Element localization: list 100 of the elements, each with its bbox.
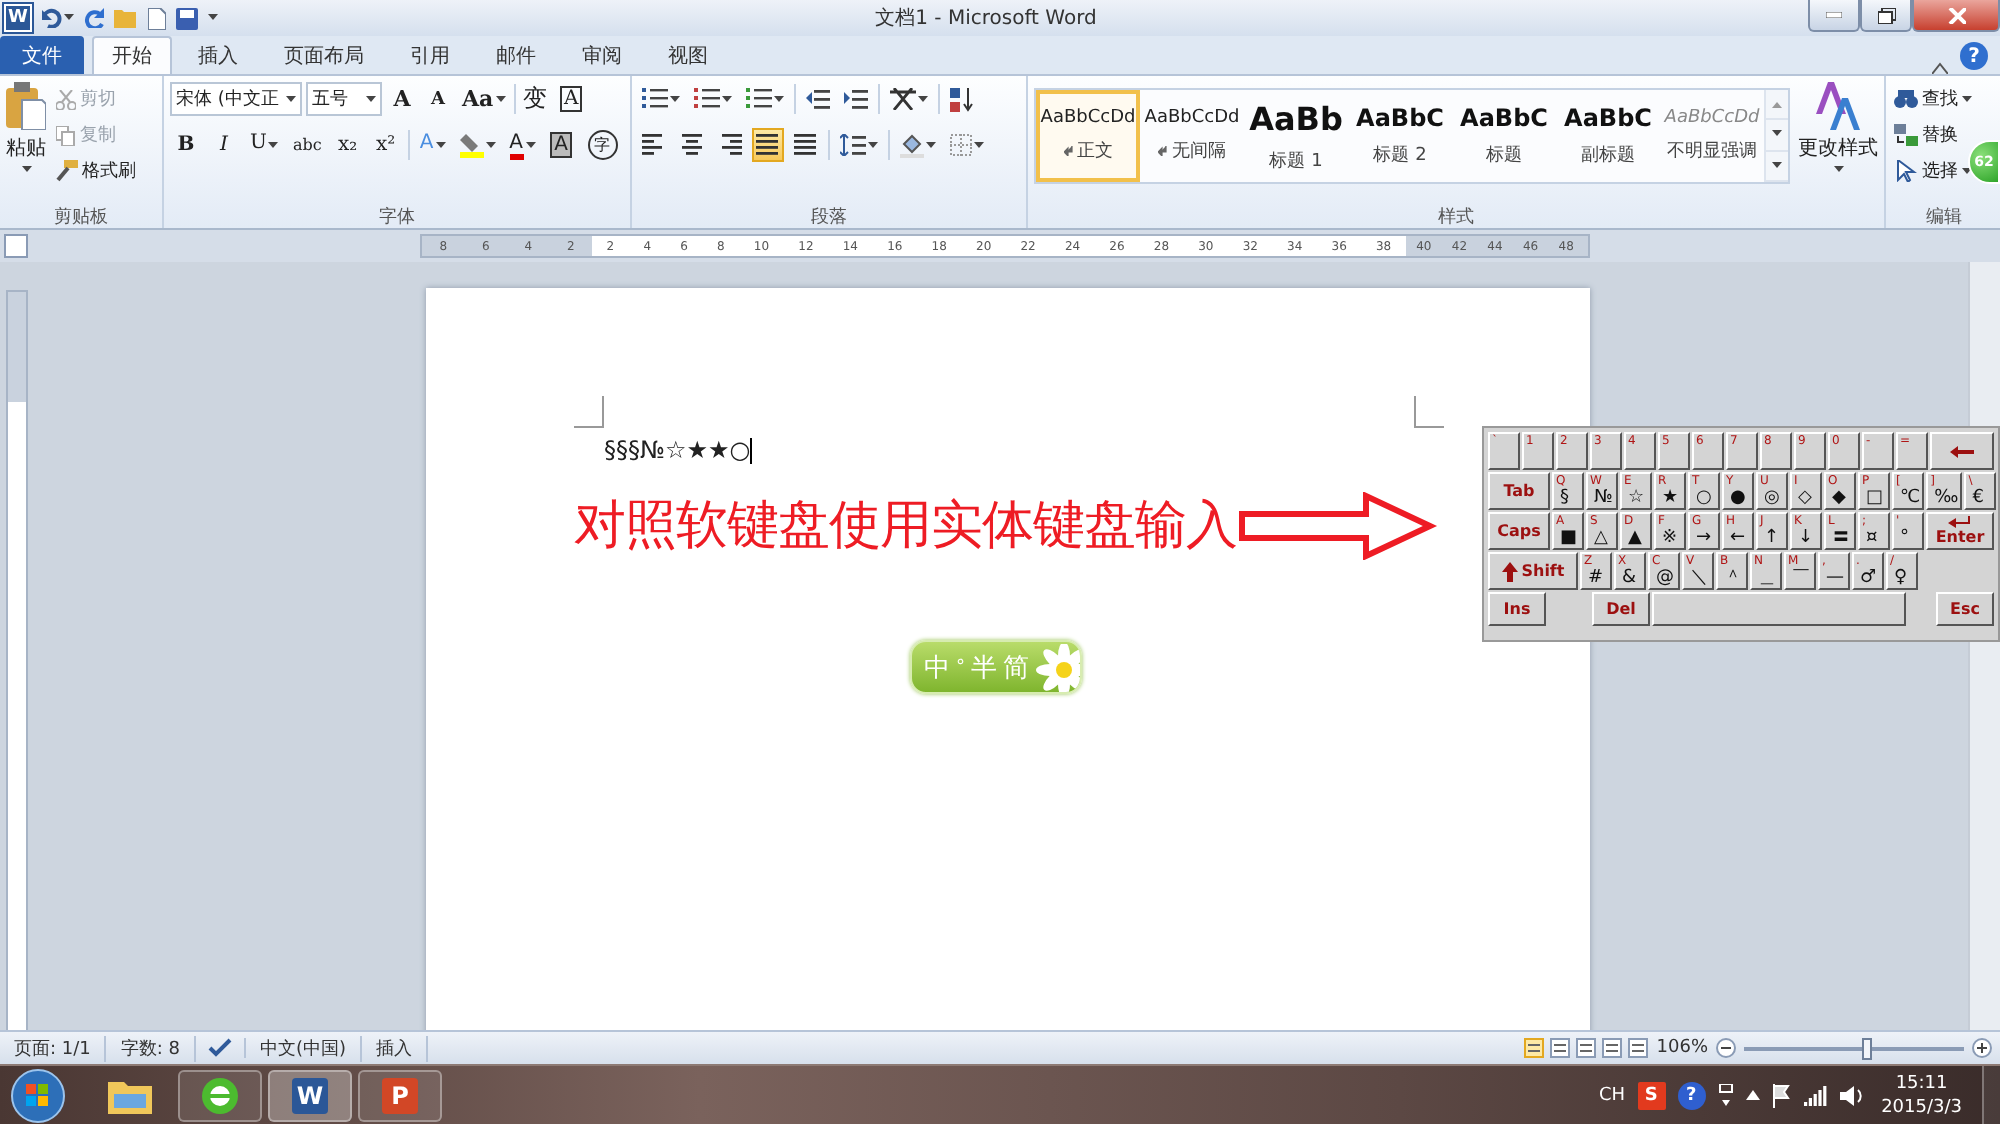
help-tray-button[interactable]: ?: [1677, 1081, 1706, 1109]
ribbon-tab[interactable]: 视图: [648, 36, 728, 74]
style-item[interactable]: AaBbC 标题: [1452, 90, 1556, 182]
zoom-slider-thumb[interactable]: [1861, 1037, 1871, 1059]
grow-font-button[interactable]: A: [386, 82, 418, 116]
keyboard-key[interactable]: Tab: [1488, 472, 1550, 510]
style-item[interactable]: AaBbC 副标题: [1556, 90, 1660, 182]
group-label: 段落: [809, 205, 849, 228]
restore-icon: [1877, 7, 1895, 23]
phonetic-guide-button[interactable]: 变: [519, 82, 552, 116]
taskbar-app[interactable]: [178, 1069, 262, 1121]
copy-icon: [56, 125, 76, 145]
close-button[interactable]: [1912, 0, 2000, 32]
clock[interactable]: 15:11 2015/3/3: [1881, 1071, 1962, 1119]
tab-selector[interactable]: [4, 234, 28, 258]
ribbon-tab[interactable]: 审阅: [562, 36, 642, 74]
bullets-icon: [642, 88, 668, 110]
sort-button[interactable]: [946, 82, 978, 116]
word-count: 字数: 8: [106, 1035, 197, 1061]
editing-action[interactable]: 选择: [1892, 154, 1974, 188]
paragraph-return-icon: [1158, 146, 1168, 156]
customize-button[interactable]: [208, 14, 218, 22]
signal-icon: [1803, 1085, 1828, 1105]
font-color-button[interactable]: A: [505, 128, 539, 162]
keyboard-key[interactable]: Ins: [1488, 592, 1546, 626]
keyboard-key[interactable]: Shift: [1488, 552, 1578, 590]
print-layout-icon: [1524, 1038, 1545, 1058]
keyboard-key[interactable]: [1652, 592, 1906, 626]
caret-icon: [366, 95, 376, 103]
font-size-field[interactable]: 五号: [306, 82, 382, 116]
character-border-button[interactable]: A: [555, 82, 588, 116]
line-spacing-button[interactable]: [836, 128, 882, 162]
shrink-font-button[interactable]: A: [422, 82, 454, 116]
change-styles-button[interactable]: 更改样式: [1798, 82, 1878, 204]
asian-layout-button[interactable]: [886, 82, 932, 116]
underline-button[interactable]: U: [246, 128, 283, 162]
speaker-icon: [1839, 1085, 1862, 1105]
taskbar-app[interactable]: P: [358, 1069, 442, 1121]
up-icon: [1772, 101, 1782, 108]
sort-icon: [950, 87, 974, 111]
group-label: 字体: [377, 205, 417, 228]
gallery-more-button[interactable]: [1766, 151, 1788, 182]
keyboard-key[interactable]: Caps: [1488, 512, 1550, 550]
paste-button[interactable]: 粘贴: [6, 82, 46, 204]
borders-button[interactable]: [946, 128, 988, 162]
highlighter-icon: [459, 132, 484, 158]
file-tab[interactable]: 文件: [0, 36, 84, 74]
keyboard-key[interactable]: [1930, 432, 1994, 470]
keyboard-key[interactable]: Del: [1592, 592, 1650, 626]
enclose-characters-button[interactable]: 字: [583, 128, 621, 162]
minimize-icon: [1826, 12, 1842, 18]
save-button[interactable]: [176, 7, 198, 29]
restore-button[interactable]: [1860, 0, 1912, 32]
multilevel-list-icon: [746, 88, 772, 110]
undo-button[interactable]: [42, 8, 74, 28]
new-document-button[interactable]: [148, 7, 166, 29]
gallery-down-button[interactable]: [1766, 120, 1788, 152]
change-case-button[interactable]: Aa: [458, 82, 510, 116]
subscript-button[interactable]: x₂: [331, 128, 364, 162]
ime-tray-button[interactable]: S: [1637, 1081, 1666, 1109]
highlight-button[interactable]: [455, 128, 500, 162]
word-app-icon: W: [292, 1077, 328, 1113]
ribbon-tab[interactable]: 页面布局: [264, 36, 384, 74]
clipboard-action[interactable]: 格式刷: [54, 154, 138, 188]
style-item[interactable]: AaBbCcDd 正文: [1036, 90, 1140, 182]
binoculars-icon: [1894, 88, 1918, 110]
zoom-level[interactable]: 106%: [1656, 1038, 1708, 1058]
align-button[interactable]: [752, 128, 784, 162]
italic-button[interactable]: I: [208, 128, 240, 162]
ribbon-tab[interactable]: 邮件: [476, 36, 556, 74]
bold-button[interactable]: B: [170, 128, 202, 162]
style-item[interactable]: AaBbC 标题 2: [1348, 90, 1452, 182]
style-item[interactable]: AaBb 标题 1: [1244, 90, 1348, 182]
editing-action[interactable]: 查找: [1892, 82, 1974, 116]
redo-button[interactable]: [84, 8, 104, 28]
align-icon: [680, 134, 704, 156]
folder-icon: [114, 8, 138, 28]
undo-icon: [42, 8, 62, 28]
ribbon-tab[interactable]: 插入: [178, 36, 258, 74]
ribbon-tab[interactable]: 引用: [390, 36, 470, 74]
start-button-icon: [10, 1067, 66, 1123]
keyboard-key[interactable]: Enter: [1926, 512, 1994, 550]
caret-icon: [1962, 95, 1972, 103]
style-item[interactable]: AaBbCcDd 不明显强调: [1660, 90, 1764, 182]
keyboard-key[interactable]: Esc: [1936, 592, 1994, 626]
character-shading-button[interactable]: A: [545, 128, 577, 162]
strikethrough-button[interactable]: abc: [288, 128, 326, 162]
show-desktop-button[interactable]: [1982, 1066, 2000, 1124]
zoom-out-icon: [1716, 1038, 1736, 1058]
daisy-icon: [1033, 643, 1080, 691]
editing-action[interactable]: 替换: [1892, 118, 1974, 152]
ribbon-tab[interactable]: 开始: [92, 36, 172, 74]
page-count: 页面: 1/1: [0, 1035, 107, 1061]
input-language[interactable]: CH: [1599, 1085, 1626, 1105]
taskbar-app[interactable]: W: [268, 1069, 352, 1121]
font-name-field[interactable]: 宋体 (中文正: [170, 82, 302, 116]
superscript-button[interactable]: x²: [369, 128, 402, 162]
help-button[interactable]: ?: [1960, 42, 1988, 70]
style-item[interactable]: AaBbCcDd 无间隔: [1140, 90, 1244, 182]
align-icon: [718, 134, 742, 156]
